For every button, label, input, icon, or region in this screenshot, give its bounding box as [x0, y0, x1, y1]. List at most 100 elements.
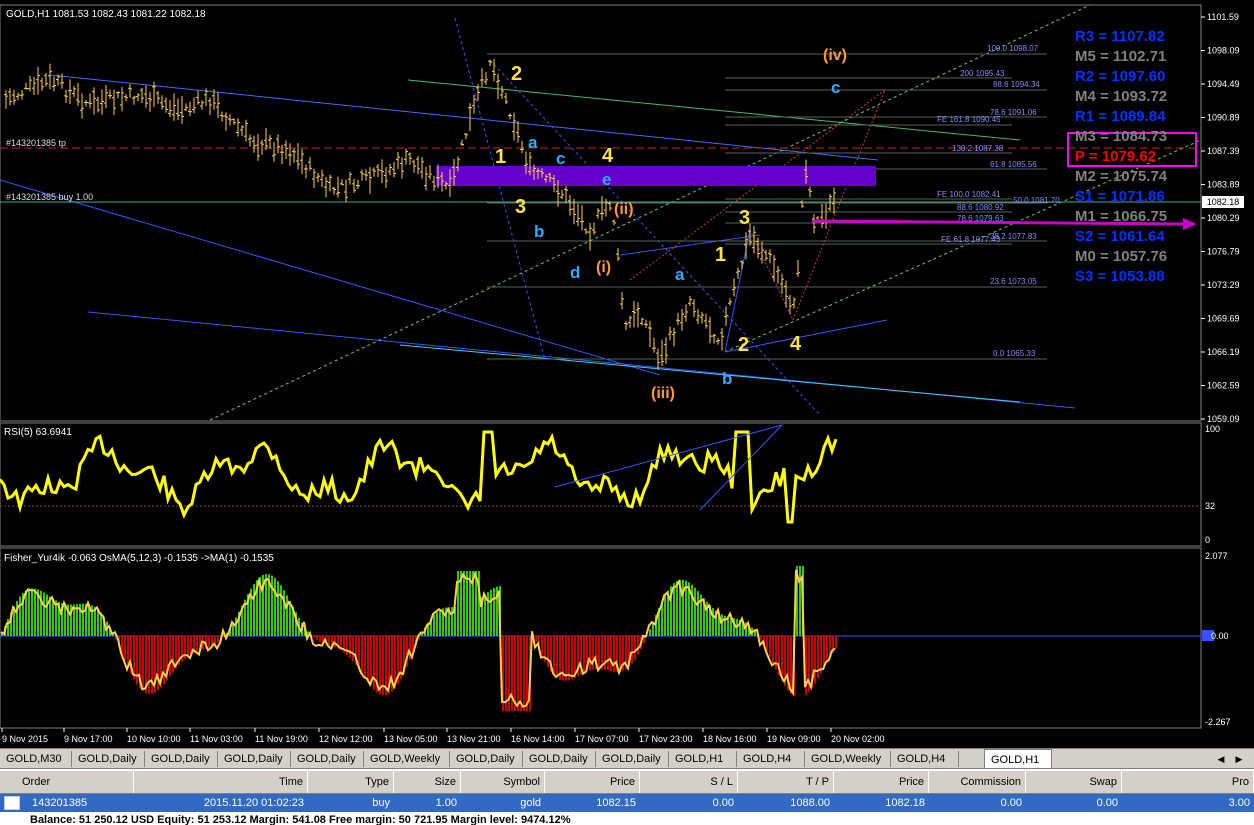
tab-gold-h4-1[interactable]: GOLD,H4 — [737, 751, 805, 767]
time-axis-label: 20 Nov 02:00 — [831, 734, 885, 744]
osma-bar — [187, 636, 189, 656]
osma-bar — [196, 636, 198, 652]
col-current-price[interactable]: Price — [834, 771, 929, 793]
tab-gold-h4-2[interactable]: GOLD,H4 — [891, 751, 959, 767]
tab-scroll-right-icon[interactable]: ▶ — [1232, 752, 1246, 766]
table-row[interactable]: 143201385 2015.11.20 01:02:23 buy 1.00 g… — [0, 794, 1254, 812]
wave-label: d — [570, 263, 580, 282]
osma-bar — [55, 600, 57, 636]
terminal-panel: Order Time Type Size Symbol Price S / L … — [0, 768, 1254, 825]
osma-bar — [535, 636, 537, 642]
time-axis-label: 9 Nov 17:00 — [64, 734, 113, 744]
col-time[interactable]: Time — [134, 771, 308, 793]
wave-label: c — [556, 149, 565, 168]
wave-label: 2 — [738, 334, 749, 356]
cell-order: 143201385 — [28, 794, 134, 812]
osma-bar — [28, 589, 30, 636]
pivot-label: M1 = 1066.75 — [1075, 208, 1167, 225]
fib-level-label: FE 61.8 1077.43 — [941, 235, 1001, 244]
tab-gold-weekly-2[interactable]: GOLD,Weekly — [805, 751, 891, 767]
price-axis-label: 1062.59 — [1207, 381, 1240, 391]
wave-label: b — [722, 369, 732, 388]
osma-bar — [676, 581, 678, 636]
tab-gold-daily-7[interactable]: GOLD,Daily — [596, 751, 669, 767]
cell-commission: 0.00 — [929, 794, 1026, 812]
wave-label: 3 — [515, 196, 526, 218]
wave-label: (i) — [596, 259, 611, 276]
osma-bar — [490, 590, 492, 636]
chart-canvas[interactable]: 1082.18 GOLD,H1 1081.53 1082.43 1081.22 … — [0, 0, 1254, 748]
osma-bar — [523, 636, 525, 711]
time-axis-label: 19 Nov 09:00 — [767, 734, 821, 744]
time-axis-label: 17 Nov 07:00 — [575, 734, 629, 744]
wave-label: (iii) — [651, 385, 675, 402]
cell-type: buy — [308, 794, 394, 812]
col-tp[interactable]: T / P — [738, 771, 834, 793]
wave-label: b — [534, 222, 544, 241]
osma-bar — [25, 591, 27, 636]
tab-gold-daily-1[interactable]: GOLD,Daily — [72, 751, 145, 767]
osma-bar — [556, 636, 558, 678]
chart-window[interactable]: 1082.18 GOLD,H1 1081.53 1082.43 1081.22 … — [0, 0, 1254, 748]
tab-gold-h1-1[interactable]: GOLD,H1 — [669, 751, 737, 767]
col-size[interactable]: Size — [394, 771, 461, 793]
osma-bar — [604, 636, 606, 670]
time-axis-label: 11 Nov 03:00 — [190, 734, 243, 744]
tab-scroll-left-icon[interactable]: ◀ — [1214, 752, 1228, 766]
pivot-label: M2 = 1075.74 — [1075, 168, 1168, 185]
osma-bar — [607, 636, 609, 670]
osma-bar — [52, 599, 54, 636]
osma-bar — [760, 636, 762, 640]
osma-bar — [352, 636, 354, 661]
tab-gold-daily-3[interactable]: GOLD,Daily — [218, 751, 291, 767]
col-type[interactable]: Type — [308, 771, 394, 793]
time-axis-label: 18 Nov 16:00 — [703, 734, 757, 744]
cell-profit: 3.00 — [1122, 794, 1254, 812]
osma-bar — [34, 589, 36, 636]
wave-label: (iv) — [823, 47, 847, 64]
osma-bar — [373, 636, 375, 690]
osma-bar — [46, 595, 48, 636]
cell-tp: 1088.00 — [738, 794, 834, 812]
fib-level-label: 88.6 1080.92 — [957, 203, 1004, 212]
osma-bar — [664, 596, 666, 636]
cell-current-price: 1082.18 — [834, 794, 929, 812]
col-profit[interactable]: Pro — [1122, 771, 1254, 793]
osma-bar — [280, 585, 282, 636]
tab-gold-daily-2[interactable]: GOLD,Daily — [145, 751, 218, 767]
rsi-title: RSI(5) 63.6941 — [4, 427, 72, 438]
col-commission[interactable]: Commission — [929, 771, 1026, 793]
osma-bar — [97, 609, 99, 636]
price-axis-label: 1059.09 — [1207, 414, 1240, 424]
col-swap[interactable]: Swap — [1026, 771, 1122, 793]
pivot-label: M0 = 1057.76 — [1075, 248, 1167, 265]
osma-bar — [583, 636, 585, 673]
rsi-axis-0: 0 — [1205, 535, 1210, 545]
wave-label: 2 — [511, 63, 522, 85]
tab-gold-weekly-1[interactable]: GOLD,Weekly — [364, 751, 450, 767]
osma-bar — [697, 591, 699, 636]
osma-bar — [754, 631, 756, 636]
tab-gold-daily-4[interactable]: GOLD,Daily — [291, 751, 364, 767]
tab-gold-daily-6[interactable]: GOLD,Daily — [523, 751, 596, 767]
tab-gold-h1-active[interactable]: GOLD,H1 — [984, 749, 1052, 769]
col-price[interactable]: Price — [545, 771, 640, 793]
pivot-label: S1 = 1071.86 — [1075, 188, 1165, 205]
fisher-axis-min: -2.267 — [1205, 717, 1231, 727]
price-axis-label: 1101.59 — [1207, 12, 1239, 22]
col-order[interactable]: Order — [0, 771, 134, 793]
tab-gold-daily-5[interactable]: GOLD,Daily — [450, 751, 523, 767]
time-axis-label: 13 Nov 05:00 — [384, 734, 438, 744]
time-axis: 9 Nov 20159 Nov 17:0010 Nov 10:0011 Nov … — [2, 728, 885, 744]
osma-bar — [463, 571, 465, 636]
wave-label: 4 — [790, 333, 802, 355]
col-sl[interactable]: S / L — [640, 771, 738, 793]
resistance-zone[interactable] — [436, 166, 876, 186]
cell-symbol: gold — [461, 794, 545, 812]
time-axis-label: 11 Nov 19:00 — [255, 734, 308, 744]
col-symbol[interactable]: Symbol — [461, 771, 545, 793]
tab-gold-m30[interactable]: GOLD,M30 — [0, 751, 72, 767]
osma-bar — [610, 636, 612, 671]
rsi-axis-32: 32 — [1205, 501, 1215, 511]
osma-bar — [589, 636, 591, 670]
